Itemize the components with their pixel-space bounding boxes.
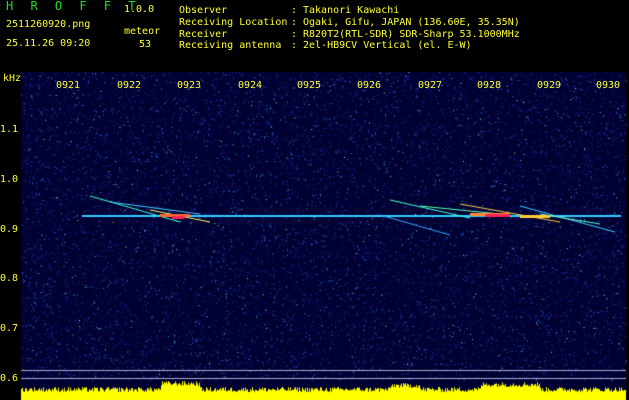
frequency-label: 0.6	[0, 373, 19, 384]
filename-label: 2511260920.png	[6, 19, 91, 30]
time-label: 0925	[296, 80, 322, 91]
time-label: 0921	[55, 80, 81, 91]
time-label: 0926	[356, 80, 382, 91]
frequency-label: 0.9	[0, 224, 19, 235]
time-label: 0927	[417, 80, 443, 91]
app-title: H R O F F T	[6, 0, 141, 13]
time-label: 0924	[237, 80, 263, 91]
header-panel: H R O F F T 1.0.0 2511260920.png 25.11.2…	[0, 0, 629, 72]
meteor-count: 53	[139, 39, 152, 50]
frequency-label: 1.1	[0, 124, 19, 135]
time-label: 0929	[536, 80, 562, 91]
spectrogram-canvas	[0, 72, 629, 400]
info-row-observer: Observer: Takanori Kawachi	[179, 5, 400, 16]
frequency-label: 0.8	[0, 273, 19, 284]
info-row-antenna: Receiving antenna:2el-HB9CV Vertical (el…	[179, 40, 472, 51]
time-label: 0923	[176, 80, 202, 91]
meteor-label: meteor	[124, 26, 161, 37]
info-row-receiver: Receiver: R820T2(RTL-SDR) SDR-Sharp 53.10…	[179, 29, 520, 40]
frequency-label: 0.7	[0, 323, 19, 334]
datetime-label: 25.11.26 09:20	[6, 38, 91, 49]
time-label: 0928	[476, 80, 502, 91]
info-row-location: Receiving Location: Ogaki, Gifu, JAPAN (1…	[179, 17, 520, 28]
frequency-unit-label: kHz	[3, 73, 22, 84]
time-label: 0922	[116, 80, 142, 91]
time-label: 0930	[595, 80, 621, 91]
app-version: 1.0.0	[124, 4, 155, 15]
frequency-label: 1.0	[0, 174, 19, 185]
